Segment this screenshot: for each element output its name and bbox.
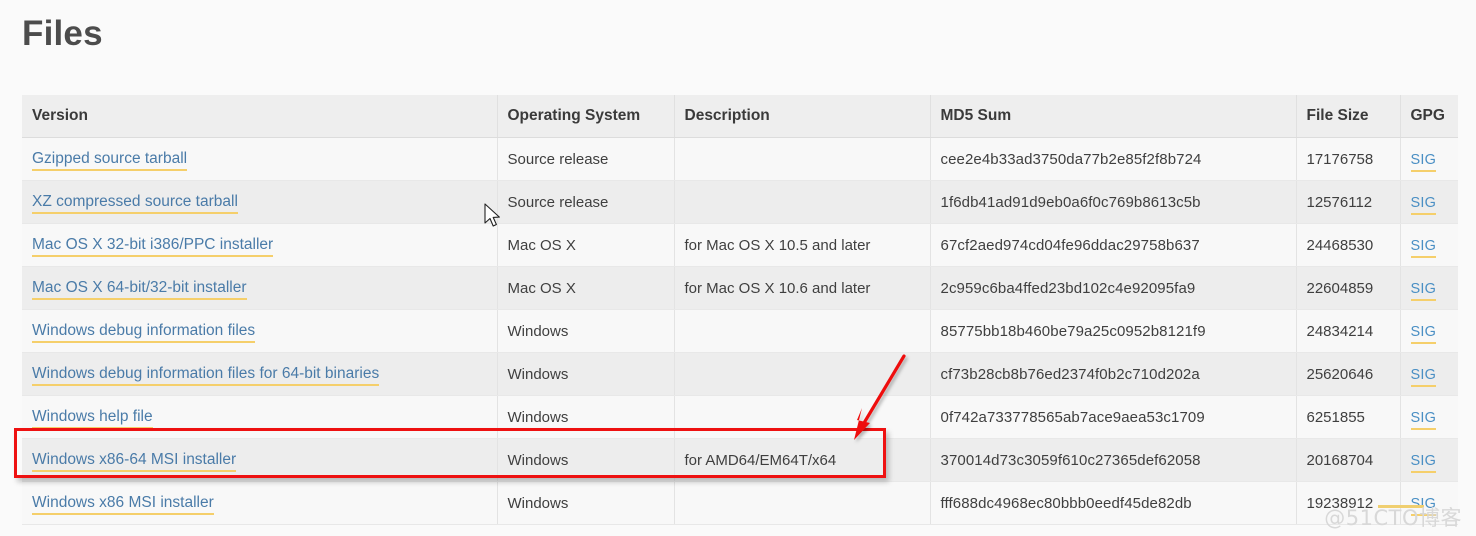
cell-version: Windows x86-64 MSI installer [22,438,498,482]
files-table-head: Version Operating System Description MD5… [22,95,1458,138]
table-row: Windows x86 MSI installer Windows fff688dc… [22,481,1458,525]
version-download-link[interactable]: Windows debug information files for 64-b… [32,365,380,386]
table-row: Windows x86-64 MSI installer Windows for A… [22,438,1458,482]
page-title: Files [22,14,103,53]
files-table: Version Operating System Description MD5… [22,95,1458,525]
table-header-row: Version Operating System Description MD5… [22,95,1458,138]
column-header-version[interactable]: Version [22,95,498,138]
table-row: Windows debug information files Windows 85… [22,309,1458,353]
cell-md5-sum: 0f742a733778565ab7ace9aea53c1709 [930,395,1297,439]
table-row: XZ compressed source tarball Source relea… [22,180,1458,224]
cell-description [674,481,931,525]
files-table-body: Gzipped source tarball Source release cee2… [22,137,1458,525]
cell-md5-sum: fff688dc4968ec80bbb0eedf45de82db [930,481,1297,525]
cell-version: Windows debug information files for 64-b… [22,352,498,396]
cell-description [674,309,931,353]
cell-description [674,395,931,439]
cell-operating-system: Windows [497,481,675,525]
version-download-link[interactable]: Mac OS X 64-bit/32-bit installer [32,279,247,300]
cell-description [674,137,931,181]
table-row: Windows debug information files for 64-b… [22,352,1458,396]
cell-gpg: SIG [1400,266,1458,310]
column-header-description[interactable]: Description [674,95,931,138]
cell-gpg: SIG [1400,137,1458,181]
cell-operating-system: Windows [497,352,675,396]
cell-description [674,180,931,224]
version-download-link[interactable]: Windows x86-64 MSI installer [32,451,237,472]
cell-gpg: SIG [1400,223,1458,267]
column-header-os[interactable]: Operating System [497,95,675,138]
version-download-link[interactable]: Windows debug information files [32,322,256,343]
column-header-gpg[interactable]: GPG [1400,95,1458,138]
gpg-signature-link[interactable]: SIG [1410,323,1437,344]
gpg-signature-link[interactable]: SIG [1410,280,1437,301]
cell-operating-system: Windows [497,309,675,353]
cell-file-size: 24468530 [1296,223,1401,267]
cell-operating-system: Source release [497,180,675,224]
cell-md5-sum: 67cf2aed974cd04fe96ddac29758b637 [930,223,1297,267]
cell-file-size: 20168704 [1296,438,1401,482]
table-row: Windows help file Windows 0f742a733778565a… [22,395,1458,439]
table-row: Mac OS X 64-bit/32-bit installer Mac OS X… [22,266,1458,310]
gpg-signature-link[interactable]: SIG [1410,409,1437,430]
cell-file-size: 22604859 [1296,266,1401,310]
table-row: Gzipped source tarball Source release cee2… [22,137,1458,181]
cell-version: Gzipped source tarball [22,137,498,181]
version-download-link[interactable]: Gzipped source tarball [32,150,188,171]
page-root: Files Version Operating System Descripti… [0,0,1476,536]
column-header-filesize[interactable]: File Size [1296,95,1401,138]
cell-gpg: SIG [1400,395,1458,439]
cell-md5-sum: 2c959c6ba4ffed23bd102c4e92095fa9 [930,266,1297,310]
cell-file-size: 25620646 [1296,352,1401,396]
cell-file-size: 24834214 [1296,309,1401,353]
cell-operating-system: Windows [497,395,675,439]
cell-md5-sum: cf73b28cb8b76ed2374f0b2c710d202a [930,352,1297,396]
cell-operating-system: Windows [497,438,675,482]
cell-version: Mac OS X 32-bit i386/PPC installer [22,223,498,267]
version-download-link[interactable]: Mac OS X 32-bit i386/PPC installer [32,236,274,257]
cell-description: for Mac OS X 10.6 and later [674,266,931,310]
gpg-signature-link[interactable]: SIG [1410,452,1437,473]
cell-version: Windows debug information files [22,309,498,353]
cell-md5-sum: 1f6db41ad91d9eb0a6f0c769b8613c5b [930,180,1297,224]
cell-file-size: 17176758 [1296,137,1401,181]
gpg-signature-link[interactable]: SIG [1410,151,1437,172]
cell-version: Windows x86 MSI installer [22,481,498,525]
gpg-signature-link[interactable]: SIG [1410,366,1437,387]
gpg-signature-link[interactable]: SIG [1410,237,1437,258]
cell-description: for Mac OS X 10.5 and later [674,223,931,267]
cell-version: Windows help file [22,395,498,439]
watermark-label: @51CTO博客 [1324,506,1462,530]
gpg-signature-link[interactable]: SIG [1410,194,1437,215]
column-header-md5[interactable]: MD5 Sum [930,95,1297,138]
cell-version: XZ compressed source tarball [22,180,498,224]
cell-operating-system: Source release [497,137,675,181]
cell-operating-system: Mac OS X [497,266,675,310]
cell-file-size: 12576112 [1296,180,1401,224]
cell-description [674,352,931,396]
cell-description: for AMD64/EM64T/x64 [674,438,931,482]
cell-gpg: SIG [1400,352,1458,396]
version-download-link[interactable]: Windows x86 MSI installer [32,494,214,515]
cell-md5-sum: cee2e4b33ad3750da77b2e85f2f8b724 [930,137,1297,181]
cell-md5-sum: 85775bb18b460be79a25c0952b8121f9 [930,309,1297,353]
version-download-link[interactable]: XZ compressed source tarball [32,193,238,214]
version-download-link[interactable]: Windows help file [32,408,153,429]
files-table-container: Version Operating System Description MD5… [22,95,1458,525]
cell-gpg: SIG [1400,180,1458,224]
cell-file-size: 6251855 [1296,395,1401,439]
cell-operating-system: Mac OS X [497,223,675,267]
cell-md5-sum: 370014d73c3059f610c27365def62058 [930,438,1297,482]
table-row: Mac OS X 32-bit i386/PPC installer Mac OS… [22,223,1458,267]
cell-version: Mac OS X 64-bit/32-bit installer [22,266,498,310]
cell-gpg: SIG [1400,438,1458,482]
cell-gpg: SIG [1400,309,1458,353]
